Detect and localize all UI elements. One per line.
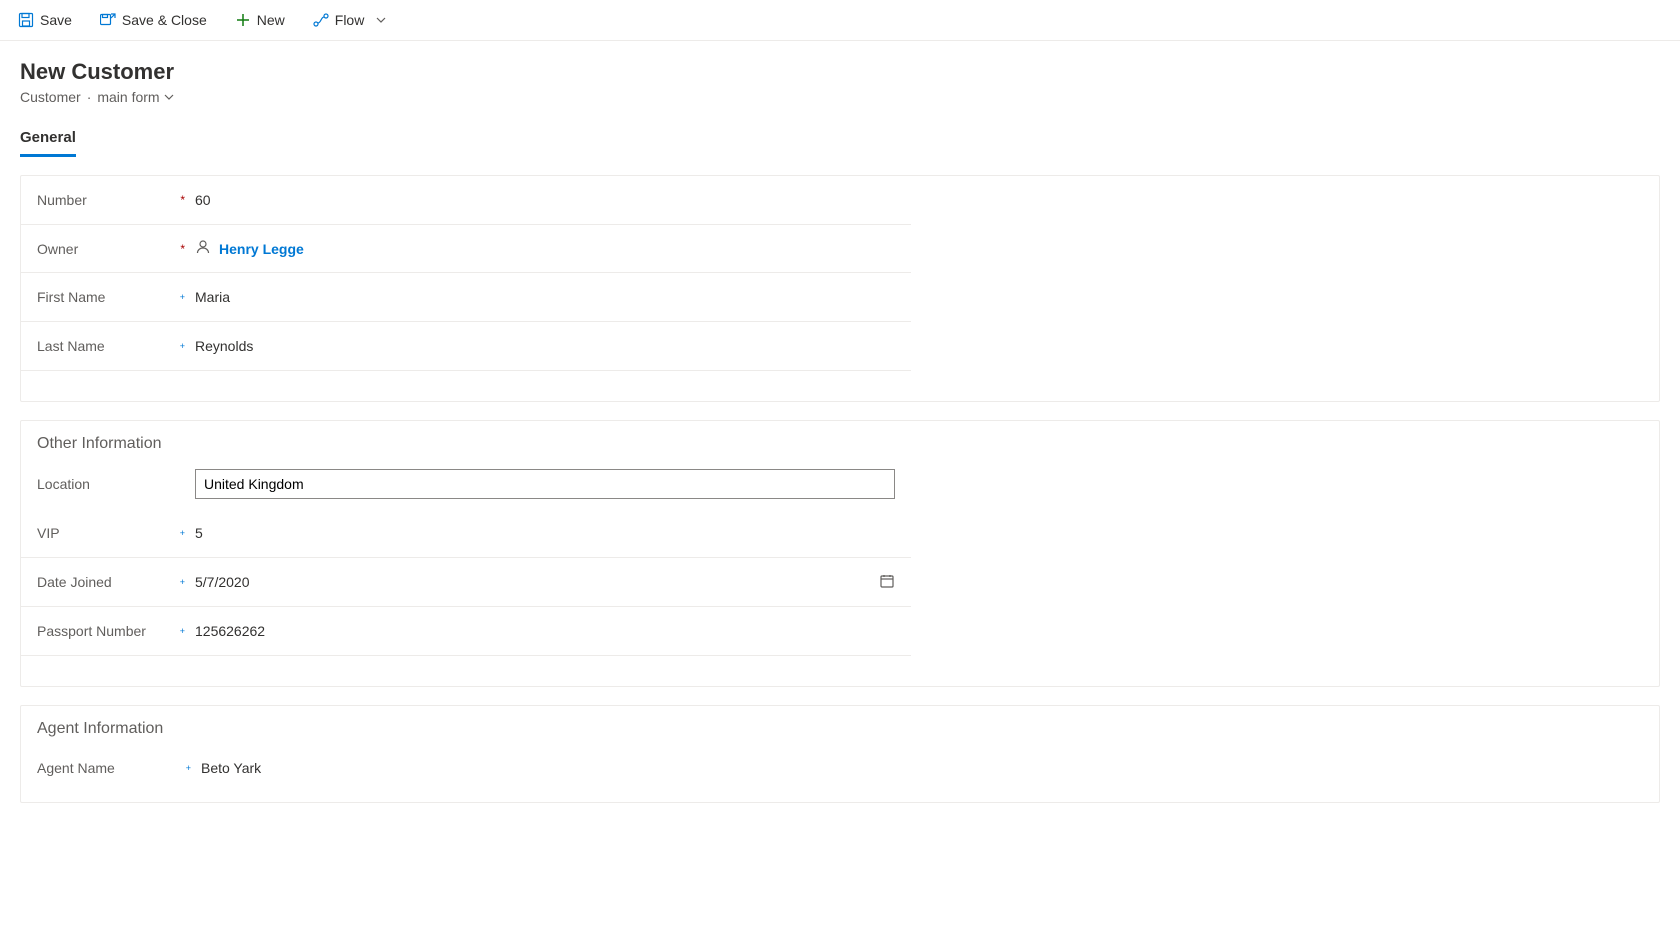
main-content: New Customer Customer · main form Genera… bbox=[0, 41, 1680, 821]
field-passport[interactable]: Passport Number + 125626262 bbox=[21, 607, 911, 656]
calendar-icon[interactable] bbox=[879, 573, 895, 592]
form-selector[interactable]: main form bbox=[97, 89, 173, 105]
value-number: 60 bbox=[195, 186, 211, 214]
value-agent-name: Beto Yark bbox=[201, 754, 261, 782]
breadcrumb: Customer · main form bbox=[20, 89, 1660, 105]
save-close-icon bbox=[100, 12, 116, 28]
save-label: Save bbox=[40, 12, 72, 28]
label-first-name: First Name bbox=[37, 289, 105, 305]
recommended-indicator: + bbox=[186, 764, 191, 773]
new-label: New bbox=[257, 12, 285, 28]
plus-icon bbox=[235, 12, 251, 28]
recommended-indicator: + bbox=[180, 293, 185, 302]
flow-label: Flow bbox=[335, 12, 365, 28]
new-button[interactable]: New bbox=[229, 8, 291, 32]
section-general: Number * 60 Owner * bbox=[20, 175, 1660, 402]
field-owner[interactable]: Owner * Henry Legge bbox=[21, 225, 911, 273]
person-icon bbox=[195, 239, 211, 258]
flow-button[interactable]: Flow bbox=[307, 8, 393, 32]
tabs: General bbox=[20, 129, 1660, 157]
save-close-label: Save & Close bbox=[122, 12, 207, 28]
field-number[interactable]: Number * 60 bbox=[21, 176, 911, 225]
save-button[interactable]: Save bbox=[12, 8, 78, 32]
value-first-name: Maria bbox=[195, 283, 230, 311]
tab-general[interactable]: General bbox=[20, 129, 76, 157]
section-title-agent: Agent Information bbox=[21, 706, 1659, 744]
form-name-label: main form bbox=[97, 89, 159, 105]
flow-icon bbox=[313, 12, 329, 28]
recommended-indicator: + bbox=[180, 529, 185, 538]
save-close-button[interactable]: Save & Close bbox=[94, 8, 213, 32]
field-date-joined[interactable]: Date Joined + 5/7/2020 bbox=[21, 558, 911, 607]
section-title-other: Other Information bbox=[21, 421, 1659, 459]
value-last-name: Reynolds bbox=[195, 332, 253, 360]
label-last-name: Last Name bbox=[37, 338, 105, 354]
page-title: New Customer bbox=[20, 59, 1660, 85]
label-date-joined: Date Joined bbox=[37, 574, 112, 590]
label-location: Location bbox=[37, 476, 90, 492]
separator: · bbox=[87, 89, 92, 105]
command-bar: Save Save & Close New F bbox=[0, 0, 1680, 41]
label-passport: Passport Number bbox=[37, 623, 146, 639]
field-vip[interactable]: VIP + 5 bbox=[21, 509, 911, 558]
label-number: Number bbox=[37, 192, 87, 208]
owner-lookup-link[interactable]: Henry Legge bbox=[195, 239, 304, 258]
required-indicator: * bbox=[180, 194, 185, 206]
field-agent-name[interactable]: Agent Name + Beto Yark bbox=[21, 744, 621, 792]
recommended-indicator: + bbox=[180, 578, 185, 587]
required-indicator: * bbox=[180, 243, 185, 255]
location-input[interactable] bbox=[195, 469, 895, 499]
value-vip: 5 bbox=[195, 519, 203, 547]
label-owner: Owner bbox=[37, 241, 78, 257]
label-agent-name: Agent Name bbox=[37, 760, 115, 776]
value-passport: 125626262 bbox=[195, 617, 265, 645]
label-vip: VIP bbox=[37, 525, 60, 541]
save-icon bbox=[18, 12, 34, 28]
recommended-indicator: + bbox=[180, 627, 185, 636]
value-owner: Henry Legge bbox=[219, 241, 304, 257]
recommended-indicator: + bbox=[180, 342, 185, 351]
section-agent-information: Agent Information Agent Name + Beto Yark bbox=[20, 705, 1660, 803]
entity-name: Customer bbox=[20, 89, 81, 105]
section-other-information: Other Information Location VIP + 5 bbox=[20, 420, 1660, 687]
value-date-joined: 5/7/2020 bbox=[195, 568, 250, 596]
chevron-down-icon bbox=[164, 92, 174, 102]
field-location[interactable]: Location bbox=[21, 459, 911, 509]
field-first-name[interactable]: First Name + Maria bbox=[21, 273, 911, 322]
chevron-down-icon bbox=[376, 12, 386, 28]
field-last-name[interactable]: Last Name + Reynolds bbox=[21, 322, 911, 371]
